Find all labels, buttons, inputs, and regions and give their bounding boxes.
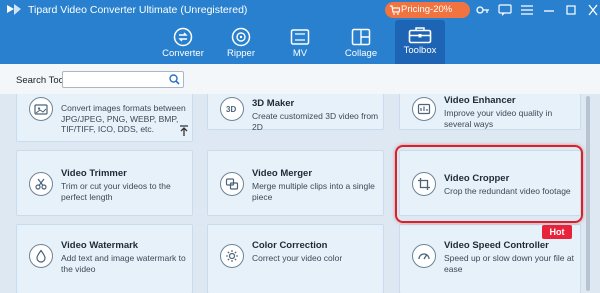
tab-label: MV: [292, 48, 308, 59]
tab-converter[interactable]: Converter: [155, 20, 211, 64]
tab-label: Ripper: [227, 48, 255, 59]
highlight-box: [395, 145, 583, 223]
tool-card-video-merger[interactable]: Video Merger Merge multiple clips into a…: [207, 150, 384, 216]
search-icon[interactable]: [169, 74, 180, 85]
tool-description: Add text and image watermark to the vide…: [61, 253, 186, 274]
pricing-button[interactable]: Pricing-20% OFF: [385, 2, 470, 31]
tool-card-video-trimmer[interactable]: Video Trimmer Trim or cut your videos to…: [16, 150, 193, 216]
enhancer-icon: [412, 97, 436, 121]
toolbox-icon: [408, 26, 432, 44]
scrollbar[interactable]: [586, 94, 590, 293]
arrow-up-icon[interactable]: [179, 125, 189, 137]
key-icon[interactable]: [474, 3, 492, 17]
title-bar: Tipard Video Converter Ultimate (Unregis…: [0, 0, 600, 64]
tab-ripper[interactable]: Ripper: [213, 20, 269, 64]
collage-icon: [351, 27, 371, 47]
tool-description: Convert images formats between JPG/JPEG,…: [61, 103, 186, 134]
tool-card-3d-maker[interactable]: 3D 3D Maker Create customized 3D video f…: [207, 94, 384, 132]
tool-card-image-converter[interactable]: Convert images formats between JPG/JPEG,…: [16, 94, 193, 142]
search-field[interactable]: [62, 71, 184, 90]
tool-description: Merge multiple clips into a single piece: [252, 181, 375, 202]
speedometer-icon: [412, 244, 436, 268]
tab-label: Collage: [344, 48, 378, 59]
tool-card-color-correction[interactable]: Color Correction Correct your video colo…: [207, 224, 384, 293]
tool-description: Improve your video quality in several wa…: [444, 108, 553, 129]
scissors-icon: [29, 172, 53, 196]
search-bar: Search Tool:: [0, 64, 600, 94]
window-title: Tipard Video Converter Ultimate (Unregis…: [28, 4, 248, 16]
search-label: Search Tool:: [16, 75, 69, 86]
tool-title: Video Enhancer: [444, 95, 516, 106]
tool-title: 3D Maker: [252, 98, 295, 109]
tab-toolbox[interactable]: Toolbox: [395, 20, 445, 64]
feedback-icon[interactable]: [496, 3, 514, 17]
image-convert-icon: [29, 97, 53, 121]
close-icon[interactable]: [584, 3, 600, 17]
tab-label: Toolbox: [403, 45, 437, 56]
tab-mv[interactable]: MV: [272, 20, 328, 64]
converter-icon: [173, 27, 193, 47]
cart-icon: [390, 5, 400, 15]
app-logo: [7, 4, 21, 15]
tool-description: Trim or cut your videos to the perfect l…: [61, 181, 171, 202]
tool-description: Speed up or slow down your file at ease: [444, 253, 574, 274]
hot-badge: Hot: [542, 225, 572, 239]
merge-icon: [220, 172, 244, 196]
search-input[interactable]: [63, 74, 163, 90]
sun-icon: [220, 244, 244, 268]
svg-text:3D: 3D: [226, 105, 236, 114]
droplet-icon: [29, 244, 53, 268]
tool-description: Create customized 3D video from 2D: [252, 111, 379, 132]
tool-description: Correct your video color: [252, 253, 343, 263]
minimize-icon[interactable]: [540, 3, 558, 17]
tool-card-video-watermark[interactable]: Video Watermark Add text and image water…: [16, 224, 193, 293]
mv-icon: [290, 27, 310, 47]
scrollbar-thumb[interactable]: [586, 96, 590, 291]
disc-icon: [231, 27, 251, 47]
tool-title: Video Trimmer: [61, 168, 127, 179]
tab-label: Converter: [162, 48, 204, 59]
tool-title: Video Watermark: [61, 240, 139, 251]
tool-title: Video Speed Controller: [444, 240, 549, 251]
main-nav: Converter Ripper MV Collage Toolbox: [0, 20, 600, 64]
tool-title: Color Correction: [252, 240, 328, 251]
3d-icon: 3D: [220, 97, 244, 121]
menu-icon[interactable]: [518, 3, 536, 17]
tab-collage[interactable]: Collage: [333, 20, 389, 64]
maximize-icon[interactable]: [562, 3, 580, 17]
tool-title: Video Merger: [252, 168, 313, 179]
tool-card-video-enhancer[interactable]: Video Enhancer Improve your video qualit…: [399, 94, 581, 130]
